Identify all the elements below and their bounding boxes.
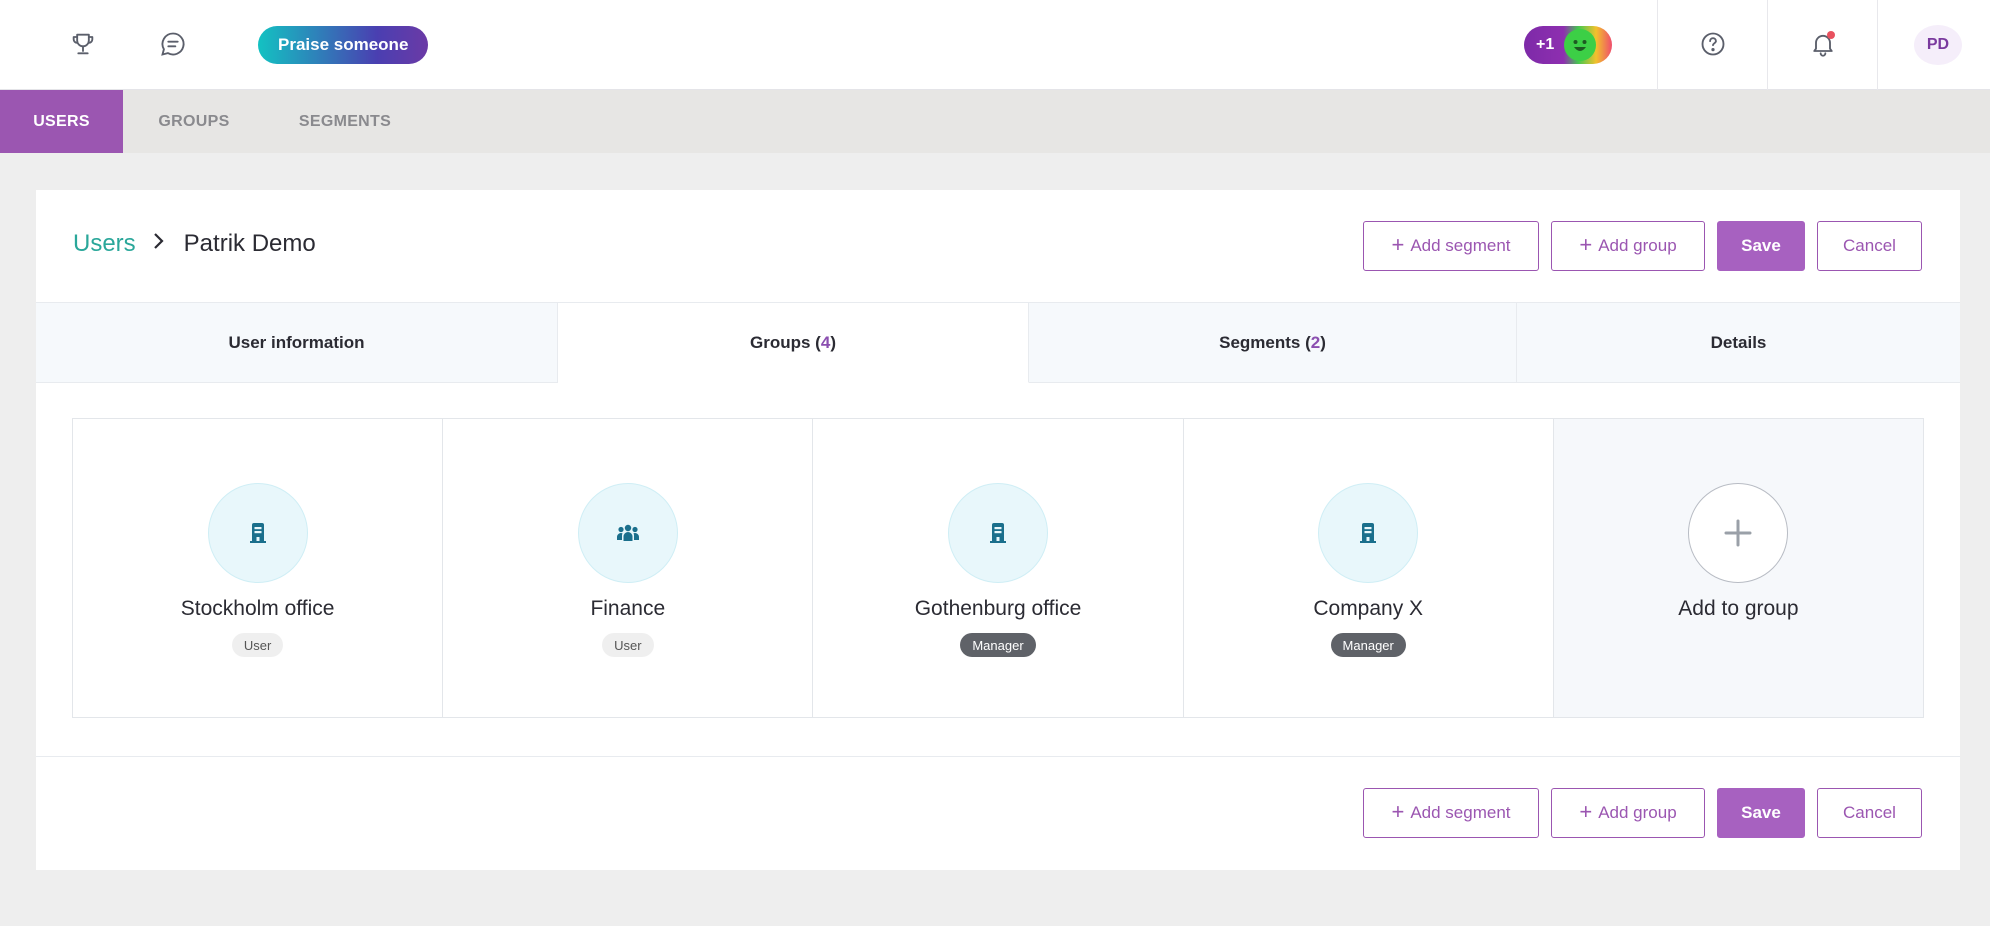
breadcrumb: Users Patrik Demo	[73, 230, 316, 258]
page-title: Patrik Demo	[183, 230, 316, 257]
add-group-button[interactable]: + Add group	[1551, 221, 1705, 271]
group-card[interactable]: Gothenburg office Manager	[813, 419, 1184, 717]
add-to-group-label: Add to group	[1678, 597, 1799, 620]
group-name: Stockholm office	[180, 597, 335, 620]
group-name: Finance	[590, 597, 666, 620]
points-badge[interactable]: +1	[1524, 26, 1612, 64]
group-list: Stockholm office User Finance User Gothe…	[72, 418, 1924, 718]
tab-details[interactable]: Details	[1517, 303, 1960, 383]
role-badge: User	[231, 633, 284, 657]
group-name: Company X	[1313, 597, 1424, 620]
tab-user-information[interactable]: User information	[36, 303, 558, 383]
breadcrumb-users-link[interactable]: Users	[73, 230, 136, 258]
add-segment-button[interactable]: + Add segment	[1363, 788, 1539, 838]
group-card[interactable]: Company X Manager	[1184, 419, 1554, 717]
trophy-icon[interactable]	[64, 25, 102, 63]
user-tabs: User information Groups (4) Segments (2)…	[36, 302, 1960, 383]
group-card[interactable]: Finance User	[443, 419, 814, 717]
cancel-button[interactable]: Cancel	[1817, 221, 1922, 271]
user-edit-card: Users Patrik Demo + Add segment + Add grou…	[36, 190, 1960, 870]
section-nav: USERS GROUPS SEGMENTS	[0, 90, 1990, 153]
plus-icon: +	[1579, 799, 1593, 824]
groups-count: 4	[820, 332, 831, 352]
card-divider	[36, 756, 1960, 757]
chat-icon[interactable]	[154, 25, 192, 63]
plus-icon: +	[1391, 799, 1405, 824]
group-name: Gothenburg office	[914, 597, 1082, 620]
topbar-divider	[1657, 0, 1658, 90]
team-icon	[577, 483, 678, 583]
nav-tab-users[interactable]: USERS	[0, 90, 123, 153]
bell-icon[interactable]	[1804, 25, 1842, 63]
topbar-divider	[1767, 0, 1768, 90]
save-button[interactable]: Save	[1717, 221, 1805, 271]
help-icon[interactable]	[1694, 25, 1732, 63]
role-badge: Manager	[1330, 633, 1406, 657]
plus-icon	[1688, 483, 1789, 583]
tab-segments[interactable]: Segments (2)	[1029, 303, 1517, 383]
nav-tab-segments[interactable]: SEGMENTS	[284, 90, 406, 153]
top-bar: Praise someone +1 PD	[0, 0, 1990, 90]
notification-dot	[1827, 31, 1835, 39]
chevron-right-icon	[152, 231, 166, 257]
role-badge: User	[602, 633, 654, 657]
segments-count: 2	[1310, 332, 1321, 352]
add-segment-button[interactable]: + Add segment	[1363, 221, 1539, 271]
role-badge: Manager	[960, 633, 1036, 657]
plus-icon: +	[1391, 232, 1405, 257]
tab-groups[interactable]: Groups (4)	[558, 303, 1029, 383]
add-to-group-card[interactable]: Add to group	[1553, 419, 1924, 717]
topbar-divider	[1877, 0, 1878, 90]
plus-icon: +	[1579, 232, 1593, 257]
group-card[interactable]: Stockholm office User	[73, 419, 444, 717]
save-button[interactable]: Save	[1717, 788, 1805, 838]
add-group-button[interactable]: + Add group	[1551, 788, 1705, 838]
building-icon	[1318, 483, 1419, 583]
cancel-button[interactable]: Cancel	[1817, 788, 1922, 838]
praise-someone-button[interactable]: Praise someone	[258, 26, 429, 64]
building-icon	[207, 483, 308, 583]
smiley-icon	[1564, 29, 1596, 61]
points-label: +1	[1536, 36, 1555, 53]
building-icon	[948, 483, 1048, 583]
nav-tab-groups[interactable]: GROUPS	[136, 90, 252, 153]
avatar[interactable]: PD	[1914, 25, 1962, 65]
